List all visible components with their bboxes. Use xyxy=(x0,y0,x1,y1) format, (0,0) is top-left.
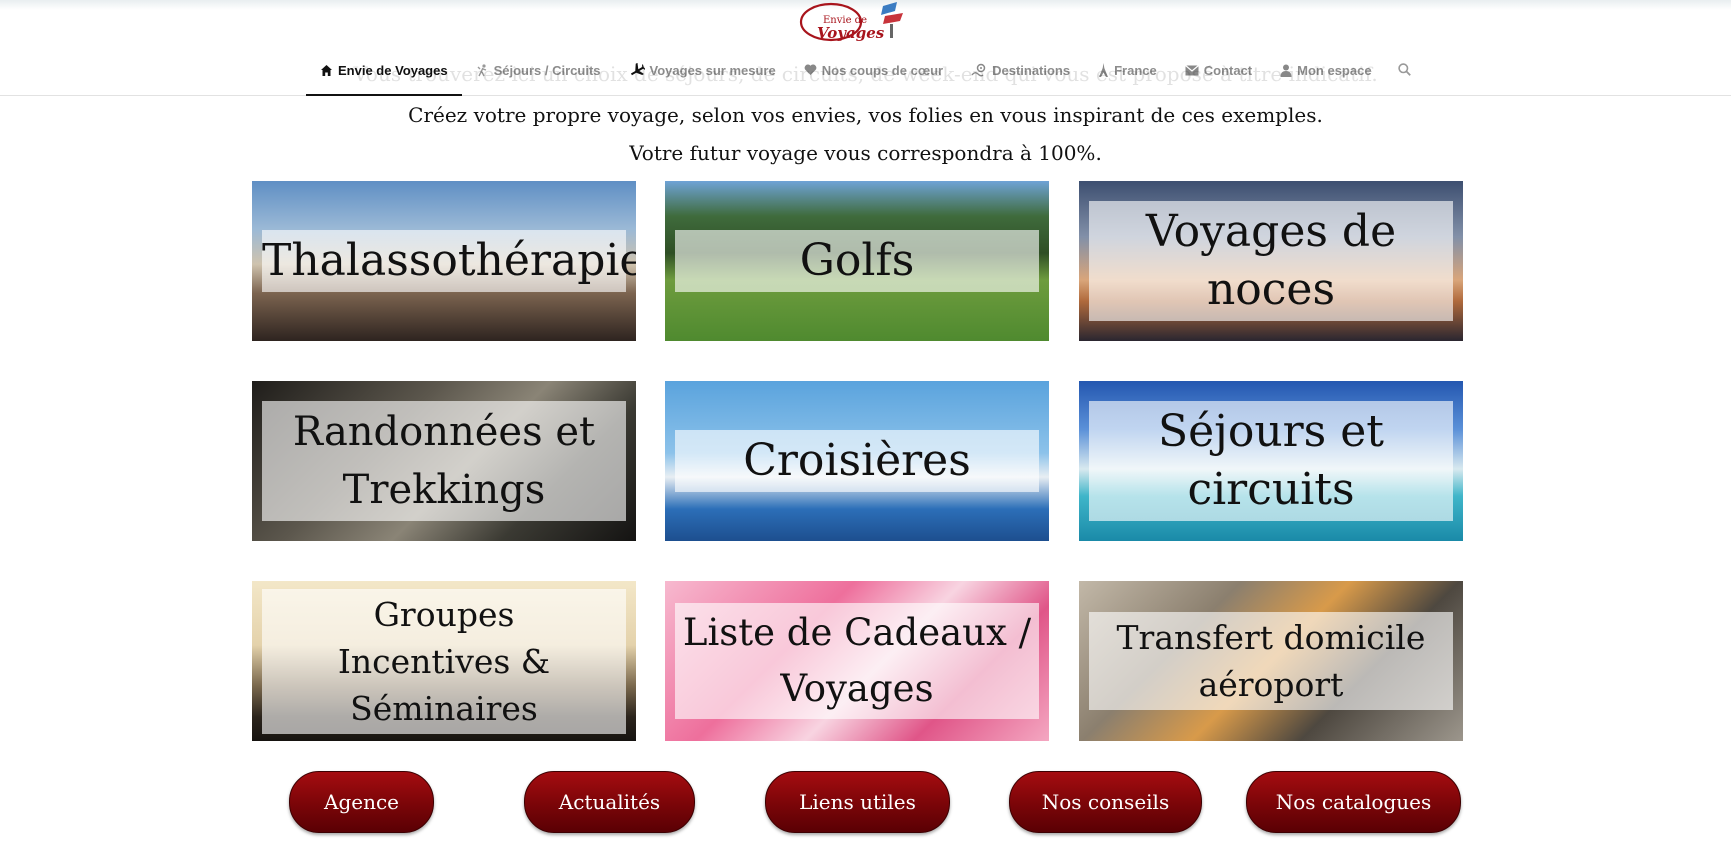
tile-caption: Voyages de noces xyxy=(1089,201,1453,321)
tile-sejours-circuits[interactable]: Séjours et circuits xyxy=(1079,381,1463,541)
tile-caption: Thalassothérapie xyxy=(262,230,636,292)
tile-groupes-incentives[interactable]: Groupes Incentives & Séminaires xyxy=(252,581,636,741)
tile-randonnees-trekkings[interactable]: Randonnées et Trekkings xyxy=(252,381,636,541)
liens-utiles-button[interactable]: Liens utiles xyxy=(765,771,950,833)
tile-caption: Séjours et circuits xyxy=(1089,401,1453,521)
tile-caption-line: Golfs xyxy=(799,235,915,286)
intro-line-1: Créez votre propre voyage, selon vos env… xyxy=(408,103,1323,127)
tile-caption-line: Liste de Cadeaux / xyxy=(682,611,1032,654)
top-header: Envie de Voyages xyxy=(0,0,1731,46)
actualites-button[interactable]: Actualités xyxy=(524,771,695,833)
tile-voyages-de-noces[interactable]: Voyages de noces xyxy=(1079,181,1463,341)
tile-liste-cadeaux[interactable]: Liste de Cadeaux / Voyages xyxy=(665,581,1049,741)
intro-line-2: Votre futur voyage vous correspondra à 1… xyxy=(629,141,1102,165)
site-logo[interactable]: Envie de Voyages xyxy=(795,0,920,46)
nos-catalogues-button[interactable]: Nos catalogues xyxy=(1246,771,1461,833)
nos-conseils-button[interactable]: Nos conseils xyxy=(1009,771,1202,833)
tile-golfs[interactable]: Golfs xyxy=(665,181,1049,341)
tile-caption-line: aéroport xyxy=(1198,665,1344,704)
intro-ghost-text: Vous trouverez ici un choix de séjours, … xyxy=(353,62,1378,86)
tile-caption-line: Voyages de noces xyxy=(1145,206,1397,315)
tile-caption: Groupes Incentives & Séminaires xyxy=(262,588,626,734)
tile-transfert-aeroport[interactable]: Transfert domicile aéroport xyxy=(1079,581,1463,741)
tile-caption: Randonnées et Trekkings xyxy=(262,401,626,521)
tile-caption: Golfs xyxy=(675,230,1039,292)
tile-caption-line: Groupes xyxy=(373,594,515,634)
logo-big-text: Voyages xyxy=(817,24,885,42)
tile-croisieres[interactable]: Croisières xyxy=(665,381,1049,541)
tile-caption: Croisières xyxy=(675,430,1039,492)
tile-caption-line: Transfert domicile xyxy=(1116,618,1426,657)
tile-caption: Transfert domicile aéroport xyxy=(1089,612,1453,710)
tile-caption: Liste de Cadeaux / Voyages xyxy=(675,603,1039,719)
tile-caption-line: Randonnées et xyxy=(292,409,596,455)
tile-caption-line: Voyages xyxy=(780,667,934,710)
agence-button[interactable]: Agence xyxy=(289,771,434,833)
tile-caption-line: Trekkings xyxy=(342,467,546,513)
tile-caption-line: Thalassothérapie xyxy=(262,235,636,286)
tile-caption-line: Séjours et circuits xyxy=(1158,406,1384,515)
tile-caption-line: Incentives & Séminaires xyxy=(337,641,551,728)
tile-caption-line: Croisières xyxy=(743,435,971,486)
tile-thalassotherapie[interactable]: Thalassothérapie xyxy=(252,181,636,341)
